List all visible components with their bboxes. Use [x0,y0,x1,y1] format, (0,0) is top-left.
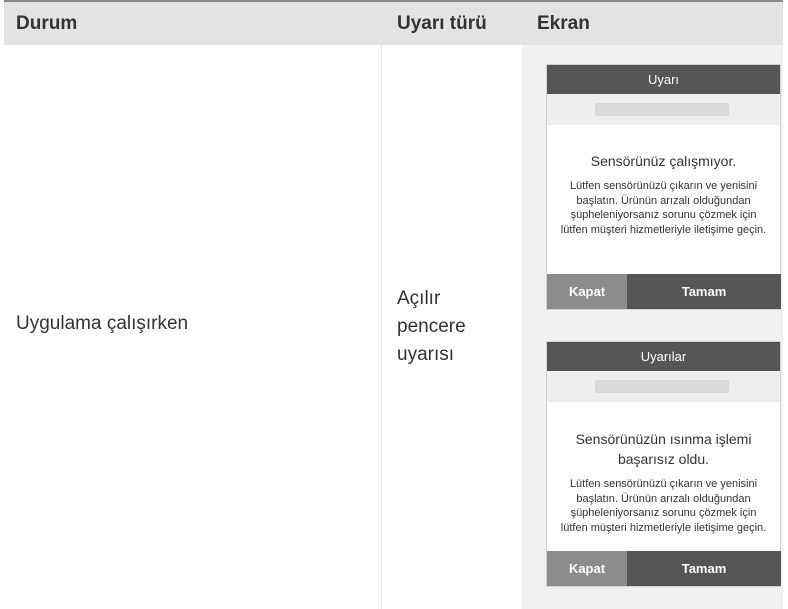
cell-uyari-turu-line: uyarısı [397,344,455,365]
header-durum: Durum [16,13,78,34]
dialog-message: Lütfen sensörünüzü çıkarın ve yenisini b… [560,180,767,236]
ok-button[interactable]: Tamam [627,274,781,309]
dialog-button-row: Kapat Tamam [547,274,781,309]
alert-dialog-warmup-failed: Uyarılar Sensörünüzün ısınma işlemi başa… [546,341,781,587]
cell-uyari-turu: Açılır pencere uyarısı [397,285,517,369]
dialog-title: Uyarı [547,65,780,94]
dialog-band [547,371,780,402]
cell-durum: Uygulama çalışırken [16,313,189,334]
placeholder-bar [595,380,729,393]
close-button[interactable]: Kapat [547,274,627,309]
alert-dialog-sensor-not-working: Uyarı Sensörünüz çalışmıyor. Lütfen sens… [546,64,781,310]
dialog-headline: Sensörünüz çalışmıyor. [590,153,737,169]
dialog-band [547,94,780,125]
dialog-title: Uyarılar [547,342,780,371]
dialog-button-row: Kapat Tamam [547,551,781,586]
cell-uyari-turu-line: Açılır [397,288,441,309]
dialog-message: Lütfen sensörünüzü çıkarın ve yenisini b… [560,478,767,534]
cell-ekran: Uyarı Sensörünüz çalışmıyor. Lütfen sens… [522,45,783,609]
close-button[interactable]: Kapat [547,551,627,586]
dialog-content: Sensörünüzün ısınma işlemi başarısız old… [547,402,780,535]
table-row: Uygulama çalışırken Açılır pencere uyarı… [4,45,783,609]
header-ekran: Ekran [537,13,590,34]
ok-button[interactable]: Tamam [627,551,781,586]
dialog-content: Sensörünüz çalışmıyor. Lütfen sensörünüz… [547,125,780,237]
table-header-row: Durum Uyarı türü Ekran [4,2,783,45]
column-divider [381,45,382,609]
placeholder-bar [595,103,729,116]
alert-table: Durum Uyarı türü Ekran Uygulama çalışırk… [0,0,788,609]
header-uyari-turu: Uyarı türü [397,13,487,34]
dialog-headline: Sensörünüzün ısınma işlemi başarısız old… [575,431,752,467]
cell-uyari-turu-line: pencere [397,316,466,337]
